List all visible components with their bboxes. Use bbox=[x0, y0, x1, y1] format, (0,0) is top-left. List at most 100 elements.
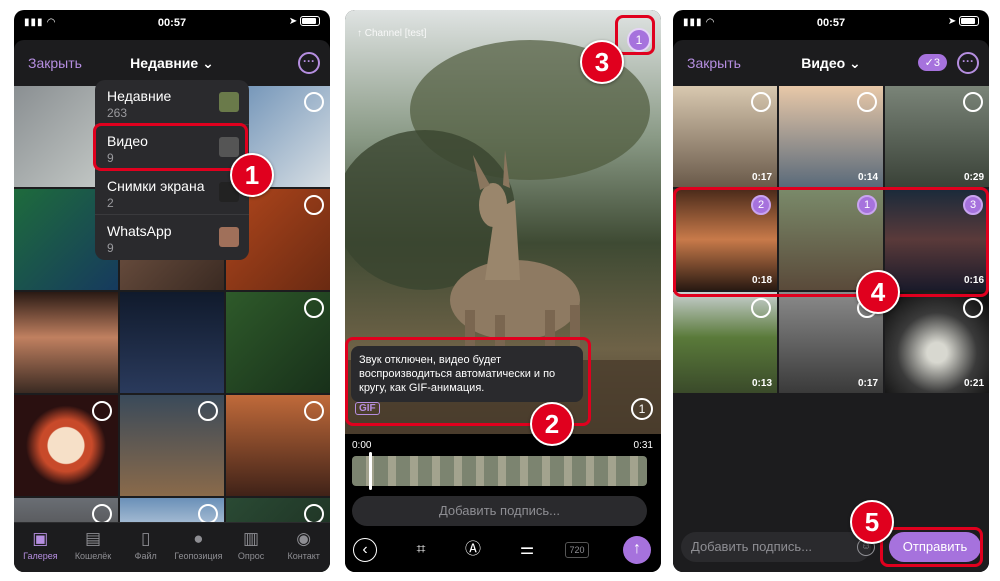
album-item-whatsapp[interactable]: WhatsApp 9 bbox=[95, 215, 249, 260]
status-time: 00:57 bbox=[157, 17, 187, 29]
draw-icon[interactable]: Ⓐ bbox=[459, 536, 487, 564]
contact-icon: ◉ bbox=[296, 529, 312, 548]
tab-poll[interactable]: ▥ Опрос bbox=[225, 523, 278, 572]
video-tile[interactable]: 0:14 bbox=[779, 86, 883, 187]
caption-input[interactable]: Добавить подпись... bbox=[352, 496, 647, 526]
select-circle-icon[interactable] bbox=[751, 92, 771, 112]
album-item-screenshots[interactable]: Снимки экрана 2 bbox=[95, 170, 249, 215]
time-end: 0:31 bbox=[633, 440, 653, 451]
highlight-select-counter bbox=[615, 15, 655, 55]
send-arrow-icon[interactable]: ↑ bbox=[623, 536, 651, 564]
video-tile[interactable]: 0:21 bbox=[885, 292, 989, 393]
photo-tile[interactable] bbox=[120, 395, 224, 496]
album-selector[interactable]: Недавние ⌄ bbox=[14, 55, 330, 72]
phone-editor: ↑ Channel [test] 1 Звук отключен, видео … bbox=[345, 10, 661, 572]
video-tile[interactable]: 0:13 bbox=[673, 292, 777, 393]
tab-label: Геопозиция bbox=[174, 551, 223, 561]
video-tile[interactable]: 0:29 bbox=[885, 86, 989, 187]
location-pin-icon: ● bbox=[193, 529, 204, 548]
gallery-icon: ▣ bbox=[32, 529, 49, 548]
select-circle-icon[interactable] bbox=[963, 92, 983, 112]
more-icon[interactable]: ··· bbox=[957, 52, 979, 74]
quality-button[interactable]: 720 bbox=[565, 542, 589, 558]
select-circle-icon[interactable] bbox=[751, 298, 771, 318]
album-thumbnail bbox=[219, 227, 239, 247]
select-circle-icon[interactable] bbox=[92, 504, 112, 524]
phone-gallery: ▮▮▮ ◠ 00:57 ➤ Закрыть Недавние ⌄ ··· Нед… bbox=[14, 10, 330, 572]
step-badge: 2 bbox=[530, 402, 574, 446]
photo-tile[interactable] bbox=[14, 395, 118, 496]
video-duration: 0:17 bbox=[857, 378, 878, 389]
step-badge: 1 bbox=[230, 153, 274, 197]
album-name: WhatsApp bbox=[107, 223, 172, 239]
wallet-icon: ▤ bbox=[84, 529, 102, 548]
status-time: 00:57 bbox=[816, 17, 846, 29]
album-count: 2 bbox=[107, 196, 114, 210]
highlight-video-album bbox=[93, 123, 248, 171]
video-tile[interactable]: 0:17 bbox=[673, 86, 777, 187]
video-duration: 0:21 bbox=[963, 378, 984, 389]
status-bar: ▮▮▮ ◠ 00:57 ➤ bbox=[673, 10, 989, 36]
album-item-recent[interactable]: Недавние 263 bbox=[95, 80, 249, 125]
caption-input[interactable]: Добавить подпись... bbox=[681, 532, 871, 562]
file-icon: ▯ bbox=[141, 529, 151, 548]
video-duration: 0:29 bbox=[963, 172, 984, 183]
time-start: 0:00 bbox=[352, 440, 372, 451]
tab-wallet[interactable]: ▤ Кошелёк bbox=[67, 523, 120, 572]
step-badge: 5 bbox=[850, 500, 894, 544]
tab-location[interactable]: ● Геопозиция bbox=[172, 523, 225, 572]
tab-gallery[interactable]: ▣ Галерея bbox=[14, 523, 67, 572]
tab-contact[interactable]: ◉ Контакт bbox=[277, 523, 330, 572]
selected-count-badge[interactable]: ✓3 bbox=[917, 54, 947, 71]
tab-label: Галерея bbox=[23, 551, 58, 561]
select-circle-icon[interactable] bbox=[304, 92, 324, 112]
videos-header: Закрыть Видео ⌄ ✓3 ··· bbox=[673, 40, 989, 86]
timeline-panel: 0:00 0:31 Добавить подпись... ‹ ⌗ Ⓐ ⚌ 72… bbox=[345, 434, 661, 572]
album-name: Недавние bbox=[107, 88, 172, 104]
attach-tabbar: ▣ Галерея ▤ Кошелёк ▯ Файл ● Геопозиция ▥ Опр… bbox=[14, 522, 330, 572]
tab-label: Контакт bbox=[287, 551, 320, 561]
photo-tile[interactable] bbox=[226, 292, 330, 393]
select-circle-icon[interactable] bbox=[304, 195, 324, 215]
video-duration: 0:13 bbox=[751, 378, 772, 389]
frame-strip[interactable] bbox=[352, 456, 647, 486]
tab-label: Файл bbox=[134, 551, 157, 561]
crop-icon[interactable]: ⌗ bbox=[407, 536, 435, 564]
select-circle-icon[interactable] bbox=[304, 504, 324, 524]
select-circle-icon[interactable] bbox=[857, 92, 877, 112]
step-badge: 3 bbox=[580, 40, 624, 84]
select-circle-icon[interactable] bbox=[198, 504, 218, 524]
album-count: 263 bbox=[107, 106, 128, 120]
battery-icon: ➤ bbox=[948, 16, 979, 27]
tab-label: Опрос bbox=[237, 551, 265, 561]
photo-tile[interactable] bbox=[226, 395, 330, 496]
playhead-handle[interactable] bbox=[369, 452, 372, 490]
select-circle-icon[interactable] bbox=[198, 401, 218, 421]
video-duration: 0:17 bbox=[751, 172, 772, 183]
photo-tile[interactable] bbox=[120, 292, 224, 393]
status-bar: ▮▮▮ ◠ 00:57 ➤ bbox=[14, 10, 330, 36]
tab-label: Кошелёк bbox=[74, 551, 112, 561]
video-duration: 0:14 bbox=[857, 172, 878, 183]
photo-tile[interactable] bbox=[14, 292, 118, 393]
select-circle-icon[interactable] bbox=[963, 298, 983, 318]
poll-icon: ▥ bbox=[242, 529, 260, 548]
mute-counter[interactable]: 1 bbox=[631, 398, 653, 420]
videos-sheet: Закрыть Видео ⌄ ✓3 ··· 0:17 0:14 0:29 20… bbox=[673, 40, 989, 572]
tab-file[interactable]: ▯ Файл bbox=[119, 523, 172, 572]
channel-label: ↑ Channel [test] bbox=[357, 28, 427, 39]
adjust-icon[interactable]: ⚌ bbox=[513, 536, 541, 564]
highlight-selected-videos bbox=[673, 187, 989, 297]
highlight-send-button bbox=[880, 527, 983, 567]
album-count: 9 bbox=[107, 241, 114, 255]
album-name: Снимки экрана bbox=[107, 178, 205, 194]
select-circle-icon[interactable] bbox=[304, 401, 324, 421]
battery-icon: ➤ bbox=[289, 16, 320, 27]
select-circle-icon[interactable] bbox=[304, 298, 324, 318]
editor-toolbar: ‹ ⌗ Ⓐ ⚌ 720 ↑ bbox=[345, 536, 661, 566]
back-icon[interactable]: ‹ bbox=[353, 538, 377, 562]
select-circle-icon[interactable] bbox=[92, 401, 112, 421]
album-thumbnail bbox=[219, 92, 239, 112]
gallery-sheet: Закрыть Недавние ⌄ ··· Недавние 263 Виде… bbox=[14, 40, 330, 572]
more-icon[interactable]: ··· bbox=[298, 52, 320, 74]
